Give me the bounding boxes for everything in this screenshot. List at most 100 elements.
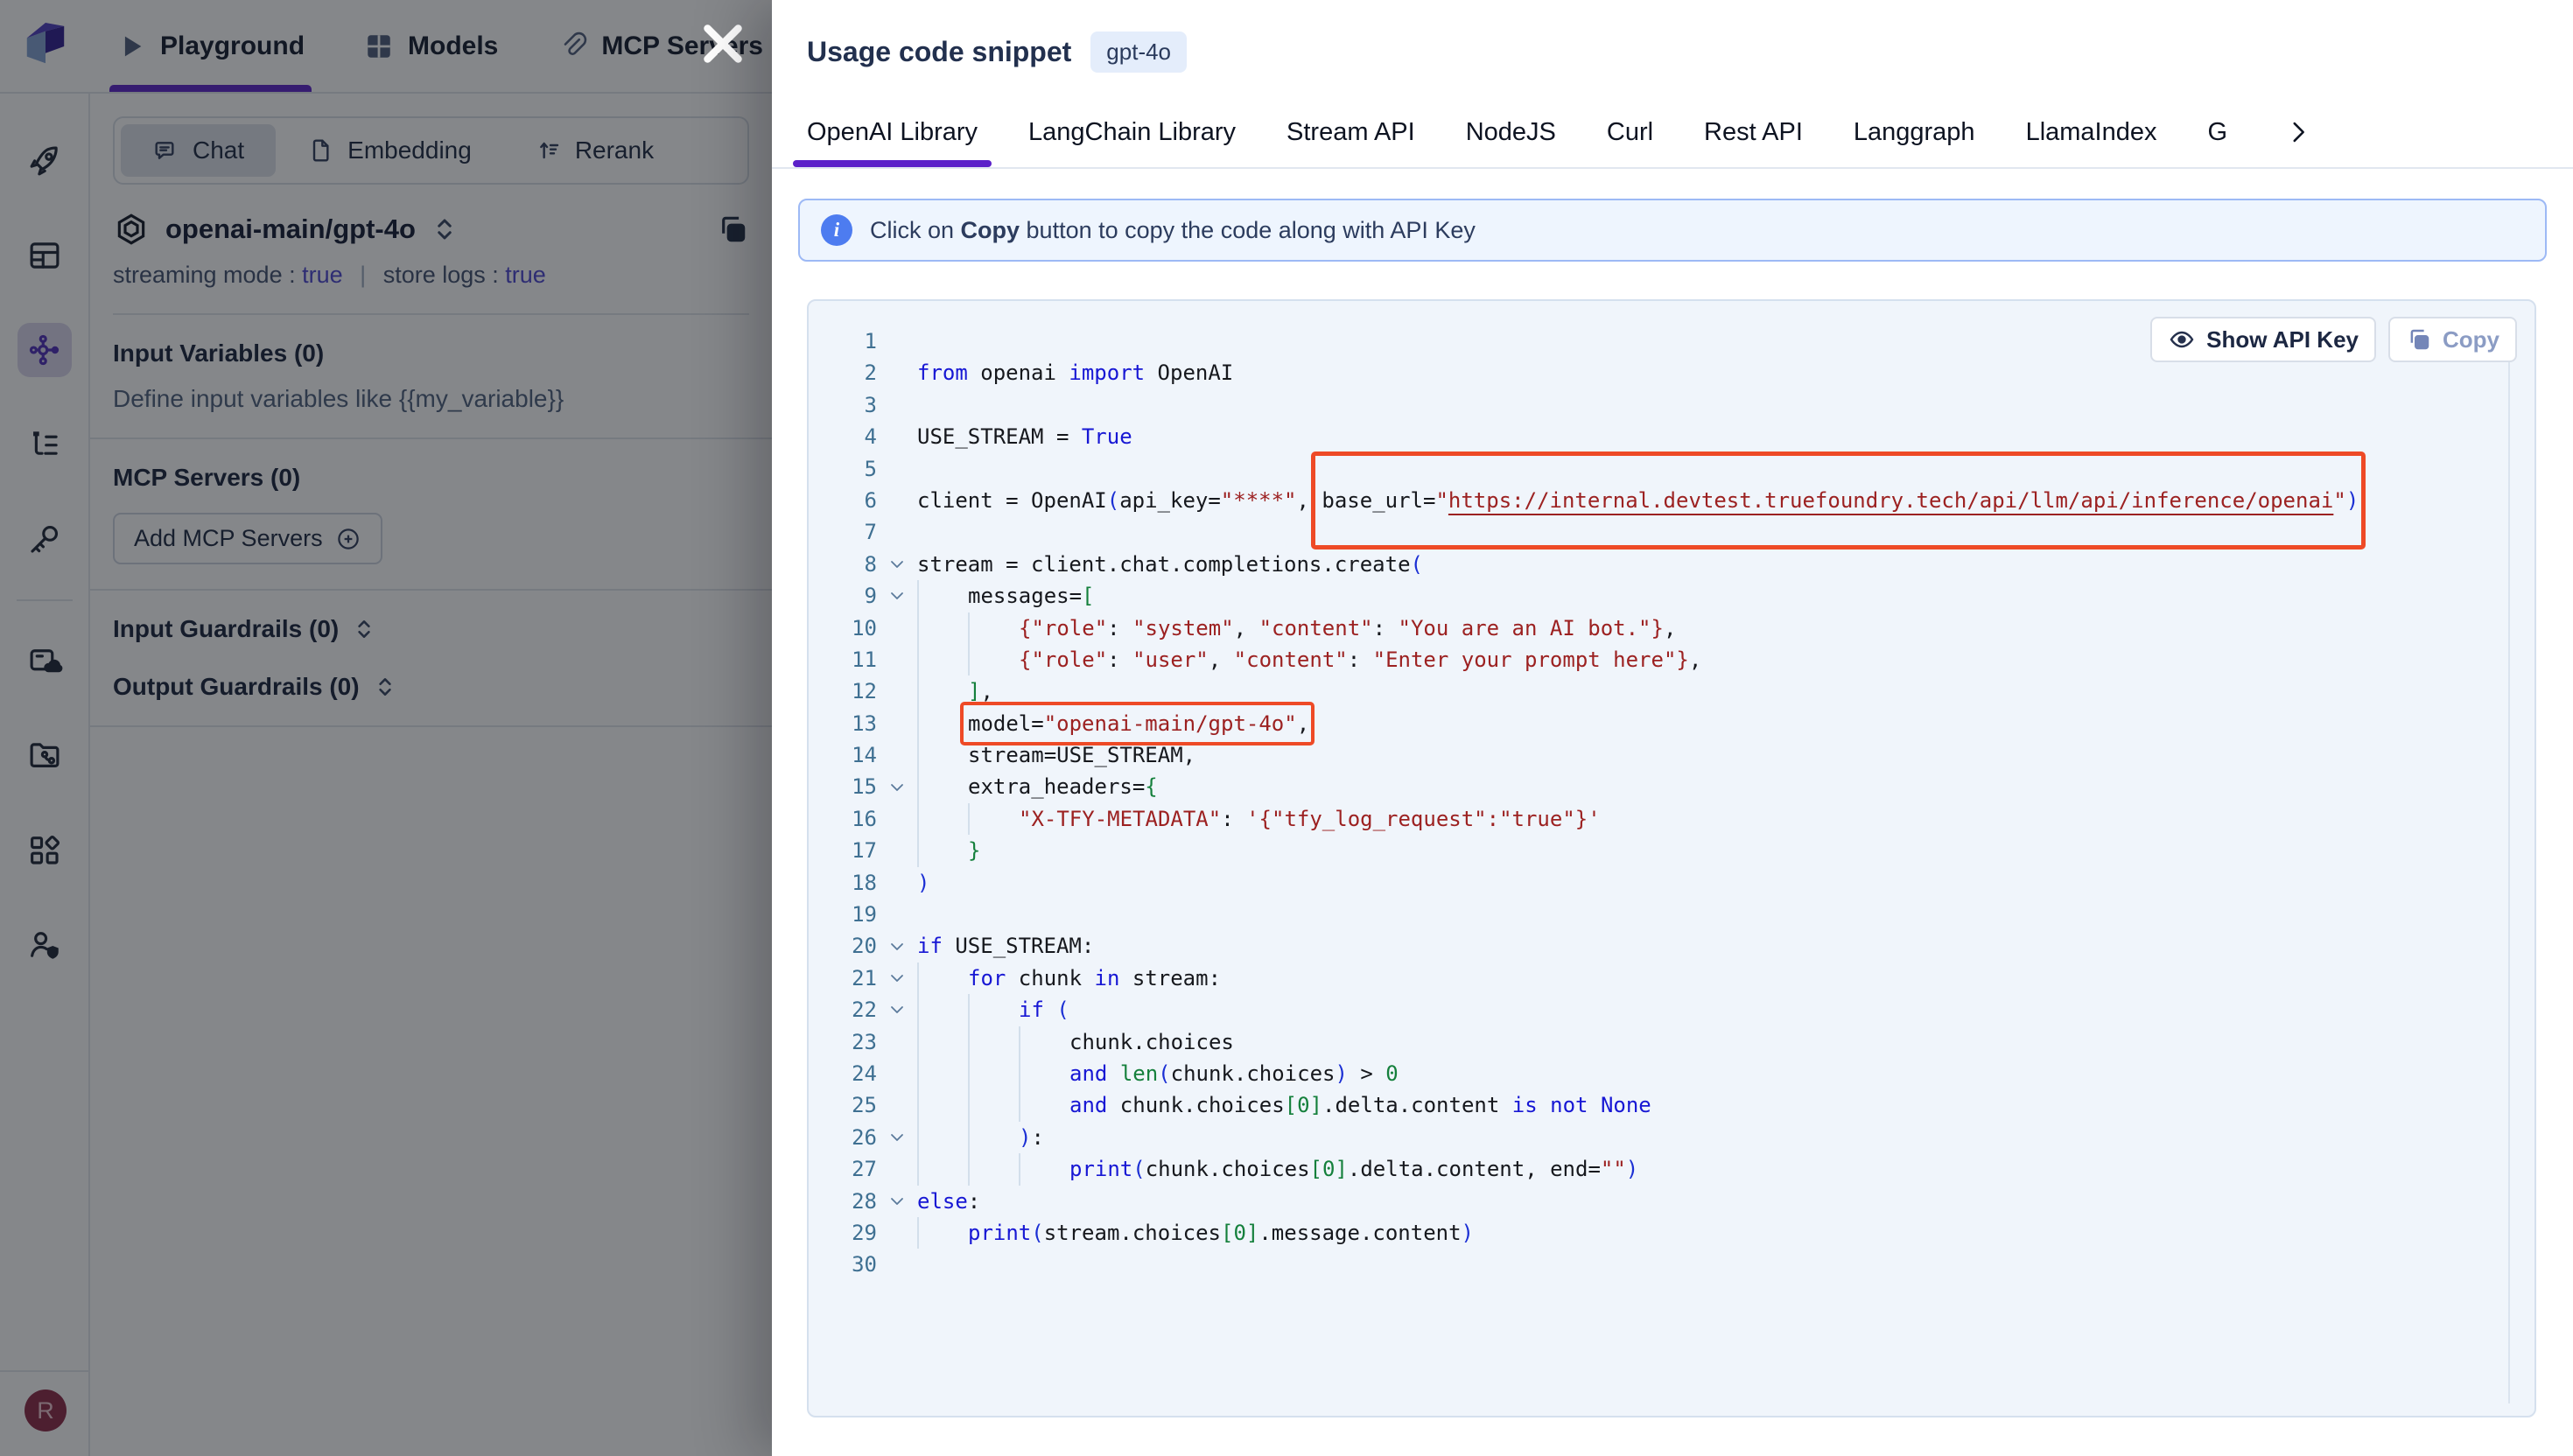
line-number: 18 (809, 867, 877, 899)
indent-guide (968, 1026, 1019, 1058)
code-token: OpenAI (1145, 357, 1233, 388)
indent-guide (917, 994, 968, 1026)
indent-guide (968, 1089, 1019, 1121)
code-token: stream=USE_STREAM, (968, 739, 1195, 771)
code-token: , (1664, 612, 1676, 644)
code-tab-nodejs[interactable]: NodeJS (1466, 97, 1556, 167)
fold-gutter (877, 421, 917, 452)
modal-backdrop[interactable] (0, 0, 772, 1456)
fold-chevron-icon[interactable] (877, 1122, 917, 1153)
fold-chevron-icon[interactable] (877, 549, 917, 580)
fold-chevron-icon[interactable] (877, 962, 917, 994)
indent-guide (917, 1217, 968, 1249)
code-line: 25and chunk.choices[0].delta.content is … (809, 1089, 2496, 1121)
fold-gutter (877, 389, 917, 421)
modal-header: Usage code snippet gpt-4o (772, 0, 2573, 97)
code-token: else (917, 1186, 968, 1217)
code-line: 23chunk.choices (809, 1026, 2496, 1058)
code-token: not (1550, 1089, 1588, 1121)
line-number: 2 (809, 357, 877, 388)
fold-gutter (877, 644, 917, 676)
code-token: extra_headers= (968, 771, 1145, 802)
code-token: "system" (1132, 612, 1234, 644)
code-token: : (1107, 644, 1132, 676)
code-token: ( (1132, 1153, 1145, 1185)
code-token: 0 (1385, 1058, 1398, 1089)
code-token: { (1145, 771, 1157, 802)
code-tab-rest-api[interactable]: Rest API (1704, 97, 1803, 167)
copy-code-button[interactable]: Copy (2388, 317, 2517, 362)
code-tab-langchain-library[interactable]: LangChain Library (1028, 97, 1236, 167)
code-tab-openai-library[interactable]: OpenAI Library (807, 97, 978, 167)
line-number: 9 (809, 580, 877, 612)
code-tab-curl[interactable]: Curl (1607, 97, 1653, 167)
line-number: 4 (809, 421, 877, 452)
tabs-scroll-right-icon[interactable] (2283, 117, 2313, 147)
code-token: ) (1335, 1058, 1347, 1089)
code-token: ( (1411, 549, 1423, 580)
code-library-tabs: OpenAI Library LangChain Library Stream AP… (772, 97, 2573, 169)
code-token: ) (1626, 1153, 1638, 1185)
code-scrollbar[interactable] (2508, 357, 2510, 1404)
line-number: 11 (809, 644, 877, 676)
line-number: 8 (809, 549, 877, 580)
code-token: len (1120, 1058, 1158, 1089)
code-line: 26): (809, 1122, 2496, 1153)
code-tab-g[interactable]: G (2208, 97, 2228, 167)
fold-chevron-icon[interactable] (877, 771, 917, 802)
indent-guide (1019, 1089, 1069, 1121)
fold-chevron-icon[interactable] (877, 1186, 917, 1217)
code-line: 22if ( (809, 994, 2496, 1026)
line-number: 21 (809, 962, 877, 994)
code-token: True (1082, 421, 1132, 452)
code-token: client = OpenAI (917, 485, 1107, 516)
fold-gutter (877, 485, 917, 516)
code-token: , (1234, 612, 1259, 644)
code-line: 17} (809, 835, 2496, 866)
code-token: stream: (1119, 962, 1221, 994)
code-token (1588, 1089, 1600, 1121)
code-token: "Enter your prompt here"} (1373, 644, 1689, 676)
line-number: 26 (809, 1122, 877, 1153)
eye-icon (2168, 326, 2196, 354)
close-modal-icon[interactable] (697, 18, 749, 70)
code-token: " (1435, 488, 1448, 513)
fold-chevron-icon[interactable] (877, 930, 917, 962)
copy-icon (2406, 326, 2432, 353)
code-token: ) (1019, 1122, 1031, 1153)
modal-title: Usage code snippet (807, 36, 1071, 68)
model-badge: gpt-4o (1090, 32, 1187, 73)
fold-chevron-icon[interactable] (877, 580, 917, 612)
code-token: [0] (1221, 1217, 1258, 1249)
line-number: 25 (809, 1089, 877, 1121)
line-number: 3 (809, 389, 877, 421)
fold-gutter (877, 835, 917, 866)
fold-gutter (877, 1153, 917, 1185)
code-token: ( (1031, 1217, 1043, 1249)
show-api-key-button[interactable]: Show API Key (2150, 317, 2376, 362)
show-api-key-label: Show API Key (2206, 326, 2359, 354)
fold-chevron-icon[interactable] (877, 994, 917, 1026)
code-tab-llamaindex[interactable]: LlamaIndex (2026, 97, 2157, 167)
code-token: {"role" (1019, 612, 1107, 644)
code-editor[interactable]: 12from openai import OpenAI34USE_STREAM … (809, 326, 2496, 1409)
code-token: [0] (1310, 1153, 1348, 1185)
code-token: ( (1056, 994, 1069, 1026)
code-tab-stream-api[interactable]: Stream API (1286, 97, 1415, 167)
code-line: 15extra_headers={ (809, 771, 2496, 802)
code-line: 24and len(chunk.choices) > 0 (809, 1058, 2496, 1089)
indent-guide (917, 644, 968, 676)
code-tab-langgraph[interactable]: Langgraph (1854, 97, 1975, 167)
line-number: 27 (809, 1153, 877, 1185)
code-token: openai (968, 357, 1069, 388)
indent-guide (968, 1122, 1019, 1153)
code-token: https://internal.devtest.truefoundry.tec… (1448, 488, 2333, 513)
indent-guide (968, 994, 1019, 1026)
code-token: "content" (1259, 612, 1373, 644)
code-token: ) (917, 867, 929, 899)
code-token: api_key= (1119, 485, 1221, 516)
usage-code-snippet-modal: Usage code snippet gpt-4o OpenAI Library… (772, 0, 2573, 1456)
code-token: .delta.content, end= (1348, 1153, 1601, 1185)
code-token: , (1689, 644, 1701, 676)
line-number: 30 (809, 1249, 877, 1280)
